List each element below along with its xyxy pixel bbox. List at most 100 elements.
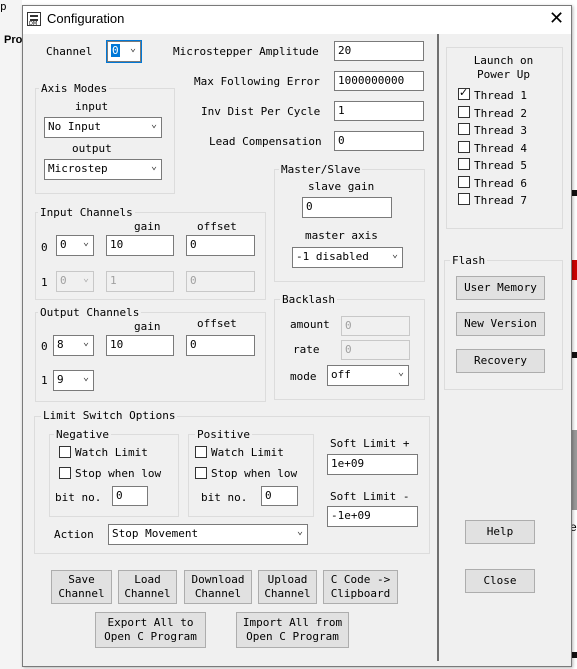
chevron-down-icon: ⌄ [129,43,136,54]
positive-limit-title: Positive [195,428,252,441]
export-all-label: Export All to [107,616,194,629]
output-gain-input[interactable]: 10 [106,335,174,356]
negative-stop-when-low-checkbox[interactable] [59,467,71,479]
help-button[interactable]: Help [465,520,535,544]
positive-stop-when-low-label: Stop when low [211,467,298,480]
download-channel-button[interactable]: Download Channel [184,570,252,604]
save-channel-label: Channel [58,587,105,600]
c-code-clipboard-label: C Code -> [330,573,391,586]
backlash-amount-input[interactable]: 0 [341,316,410,336]
input-channel-select[interactable]: 0 ⌄ [56,271,94,292]
output-channel-select[interactable]: 8 ⌄ [53,335,94,356]
upload-channel-button[interactable]: Upload Channel [258,570,317,604]
recovery-button[interactable]: Recovery [456,349,545,373]
thread-5-label: Thread 5 [474,159,527,172]
max-following-error-input[interactable]: 1000000000 [334,71,424,91]
lead-compensation-input[interactable]: 0 [334,131,424,151]
action-select[interactable]: Stop Movement ⌄ [108,524,308,545]
chevron-down-icon: ⌄ [150,119,157,130]
channel-select[interactable]: 0 ⌄ [106,40,142,63]
thread-3-checkbox[interactable] [458,123,470,135]
user-memory-button[interactable]: User Memory [456,276,545,300]
import-all-label: Open C Program [246,630,339,643]
output-channels-title: Output Channels [38,306,142,319]
positive-stop-when-low-checkbox[interactable] [195,467,207,479]
c-code-clipboard-button[interactable]: C Code -> Clipboard [323,570,398,604]
backlash-mode-select[interactable]: off ⌄ [327,365,409,386]
chevron-down-icon: ⌄ [82,237,89,248]
axis-input-select[interactable]: No Input ⌄ [44,117,162,138]
close-button[interactable]: Close [465,569,535,593]
thread-7-checkbox[interactable] [458,193,470,205]
microstepper-amplitude-label: Microstepper Amplitude [173,45,319,58]
input-gain-input[interactable]: 10 [106,235,174,256]
background-partial-text: Pro [4,34,23,46]
backlash-rate-input[interactable]: 0 [341,340,410,360]
panel-separator [437,34,439,661]
export-all-label: Open C Program [104,630,197,643]
thread-6-label: Thread 6 [474,177,527,190]
axis-modes-title: Axis Modes [39,82,110,95]
close-icon[interactable]: ✕ [549,8,564,28]
thread-3-label: Thread 3 [474,124,527,137]
lead-compensation-label: Lead Compensation [209,135,322,148]
window-title: Configuration [47,11,125,26]
input-offset-input[interactable]: 0 [186,271,255,292]
thread-4-checkbox[interactable] [458,141,470,153]
output-offset-header: offset [197,317,237,330]
download-channel-label: Channel [194,587,242,600]
positive-watch-limit-label: Watch Limit [211,446,284,459]
output-offset-input[interactable]: 0 [186,335,255,356]
load-channel-button[interactable]: Load Channel [118,570,177,604]
export-all-button[interactable]: Export All to Open C Program [95,612,206,648]
soft-limit-minus-label: Soft Limit - [330,490,410,503]
load-channel-label: Load [134,573,161,586]
chevron-down-icon: ⌄ [391,249,398,260]
input-channel-select[interactable]: 0 ⌄ [56,235,94,256]
slave-gain-label: slave gain [308,180,375,193]
inv-dist-per-cycle-input[interactable]: 1 [334,101,424,121]
import-all-label: Import All from [242,616,343,629]
master-axis-select[interactable]: -1 disabled ⌄ [292,247,403,268]
input-offset-input[interactable]: 0 [186,235,255,256]
positive-bit-no-input[interactable]: 0 [261,486,298,506]
negative-bit-no-input[interactable]: 0 [112,486,148,506]
microstepper-amplitude-input[interactable]: 20 [334,41,424,61]
thread-5-checkbox[interactable] [458,158,470,170]
thread-1-checkbox[interactable] [458,86,470,100]
negative-watch-limit-checkbox[interactable] [59,446,71,458]
axis-input-label: input [75,100,109,113]
master-slave-title: Master/Slave [279,163,363,176]
input-gain-input[interactable]: 1 [106,271,174,292]
backlash-title: Backlash [280,293,337,306]
save-channel-button[interactable]: Save Channel [51,570,112,604]
import-all-button[interactable]: Import All from Open C Program [236,612,349,648]
thread-6-checkbox[interactable] [458,176,470,188]
axis-output-select[interactable]: Microstep ⌄ [44,159,162,180]
channel-label: Channel [46,45,93,58]
launch-title: Launch on [473,54,534,67]
negative-stop-when-low-label: Stop when low [75,467,162,480]
output-channel-select[interactable]: 9 ⌄ [53,370,94,391]
chevron-down-icon: ⌄ [82,273,89,284]
soft-limit-minus-input[interactable]: -1e+09 [327,506,418,527]
flash-title: Flash [450,254,488,267]
thread-4-label: Thread 4 [474,142,527,155]
positive-watch-limit-checkbox[interactable] [195,446,207,458]
title-bar[interactable]: DM Configuration ✕ [23,6,571,34]
input-gain-header: gain [134,220,161,233]
new-version-button[interactable]: New Version [456,312,545,336]
output-row-index: 1 [41,374,48,387]
chevron-down-icon: ⌄ [296,526,303,537]
soft-limit-plus-input[interactable]: 1e+09 [327,454,418,475]
output-row-index: 0 [41,340,48,353]
app-icon: DM [27,12,41,27]
inv-dist-per-cycle-label: Inv Dist Per Cycle [201,105,321,118]
soft-limit-plus-label: Soft Limit + [330,437,410,450]
thread-2-checkbox[interactable] [458,106,470,118]
slave-gain-input[interactable]: 0 [302,197,392,218]
upload-channel-label: Upload [267,573,308,586]
launch-title: Power Up [477,68,530,81]
chevron-down-icon: ⌄ [82,337,89,348]
axis-output-label: output [72,142,112,155]
